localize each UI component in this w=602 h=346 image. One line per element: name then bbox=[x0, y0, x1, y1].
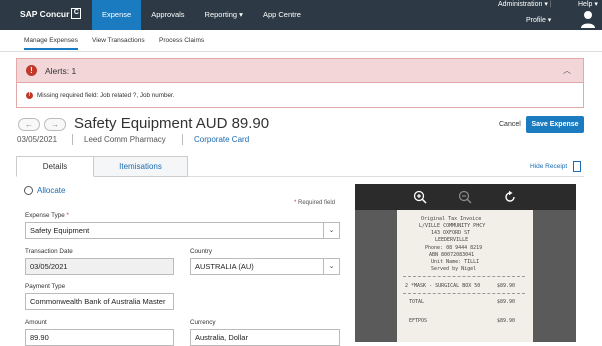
divider bbox=[72, 134, 73, 145]
transaction-date-label: Transaction Date bbox=[25, 248, 73, 255]
allocate-button[interactable]: Allocate bbox=[24, 186, 65, 195]
divider bbox=[403, 276, 525, 277]
country-label: Country bbox=[190, 248, 213, 255]
next-expense-button[interactable]: → bbox=[44, 118, 66, 131]
subnav-manage-expenses[interactable]: Manage Expenses bbox=[24, 37, 78, 50]
payment-type-link[interactable]: Corporate Card bbox=[194, 135, 249, 144]
tab-details[interactable]: Details bbox=[16, 156, 94, 177]
receipt-item-amount: $89.90 bbox=[497, 283, 516, 289]
country-value: AUSTRALIA (AU) bbox=[195, 262, 254, 271]
receipt-footer-label: EFTPOS bbox=[409, 318, 428, 324]
alert-icon: ! bbox=[26, 65, 37, 76]
currency-label: Currency bbox=[190, 319, 216, 326]
payment-type-field[interactable]: Commonwealth Bank of Australia Master bbox=[25, 293, 174, 310]
nav-reporting[interactable]: Reporting ▾ bbox=[195, 0, 253, 30]
divider: | bbox=[549, 1, 552, 8]
currency-field[interactable]: Australia, Dollar bbox=[190, 329, 340, 346]
transaction-date-field[interactable]: 03/05/2021 bbox=[25, 258, 174, 275]
sub-navigation: Manage Expenses View Transactions Proces… bbox=[0, 30, 602, 52]
receipt-item: 2 *MASK - SURGICAL BOX 50 bbox=[405, 283, 481, 289]
alert-title: Alerts: 1 bbox=[45, 66, 77, 76]
required-asterisk: * bbox=[66, 212, 69, 219]
error-icon: ! bbox=[26, 92, 33, 99]
user-menu-area: Administration ▾ | Help ▾ Profile ▾ bbox=[492, 0, 602, 30]
nav-app-centre[interactable]: App Centre bbox=[253, 0, 311, 30]
subnav-view-transactions[interactable]: View Transactions bbox=[92, 37, 145, 44]
subnav-process-claims[interactable]: Process Claims bbox=[159, 37, 204, 44]
divider bbox=[403, 293, 525, 294]
caret-down-icon: ▾ bbox=[544, 1, 548, 8]
hide-receipt-link[interactable]: Hide Receipt bbox=[530, 163, 567, 170]
chevron-down-icon: ⌄ bbox=[323, 223, 339, 238]
alert-message: Missing required field: Job related ?, J… bbox=[37, 92, 175, 99]
chevron-up-icon[interactable]: ︿ bbox=[563, 65, 571, 76]
amount-field[interactable]: 89.90 bbox=[25, 329, 174, 346]
divider bbox=[182, 134, 183, 145]
sap-concur-logo[interactable]: SAP Concur C bbox=[20, 8, 82, 19]
expense-type-select[interactable]: Safety Equipment ⌄ bbox=[25, 222, 340, 239]
allocate-icon bbox=[24, 186, 33, 195]
payment-type-label: Payment Type bbox=[25, 283, 66, 290]
zoom-out-icon[interactable] bbox=[458, 190, 472, 204]
concur-logo-mark: C bbox=[71, 8, 82, 19]
tab-bar: Details Itemisations bbox=[16, 156, 584, 177]
expense-date: 03/05/2021 bbox=[17, 135, 58, 144]
help-label: Help bbox=[578, 1, 593, 8]
caret-down-icon: ▾ bbox=[239, 10, 243, 19]
expense-vendor: Leed Comm Pharmacy bbox=[84, 135, 166, 144]
caret-down-icon: ▾ bbox=[594, 1, 598, 8]
receipt-footer-amount: $89.90 bbox=[497, 318, 516, 324]
caret-down-icon: ▾ bbox=[547, 17, 552, 24]
receipt-toolbar bbox=[355, 184, 576, 210]
expense-type-label-text: Expense Type bbox=[25, 212, 65, 219]
administration-menu[interactable]: Administration ▾ | bbox=[498, 0, 552, 8]
administration-label: Administration bbox=[498, 1, 543, 8]
required-asterisk: * bbox=[294, 200, 297, 206]
amount-label: Amount bbox=[25, 319, 47, 326]
allocate-label: Allocate bbox=[37, 186, 66, 195]
country-select[interactable]: AUSTRALIA (AU) ⌄ bbox=[190, 258, 340, 275]
required-note-text: Required field bbox=[298, 200, 336, 206]
expense-type-value: Safety Equipment bbox=[30, 226, 90, 235]
receipt-line: Phone: 08 9444 8219 bbox=[425, 245, 483, 251]
cancel-button[interactable]: Cancel bbox=[499, 121, 521, 128]
receipt-line: ABN 80072083041 bbox=[429, 252, 475, 258]
receipt-line: Served by Nigel bbox=[431, 266, 477, 272]
receipt-image: Original Tax Invoice L/VILLE COMMUNITY P… bbox=[397, 210, 533, 342]
tab-itemisations[interactable]: Itemisations bbox=[94, 156, 188, 177]
receipt-line: Original Tax Invoice bbox=[421, 216, 482, 222]
top-navigation-bar: SAP Concur C Expense Approvals Reporting… bbox=[0, 0, 602, 30]
alert-message-row: ! Missing required field: Job related ?,… bbox=[26, 92, 175, 99]
previous-expense-button[interactable]: ← bbox=[18, 118, 40, 131]
nav-reporting-label: Reporting bbox=[204, 10, 238, 19]
receipt-total-amount: $89.90 bbox=[497, 299, 516, 305]
nav-expense[interactable]: Expense bbox=[92, 0, 142, 30]
rotate-icon[interactable] bbox=[503, 190, 517, 204]
chevron-down-icon: ⌄ bbox=[323, 259, 339, 274]
avatar-icon[interactable] bbox=[580, 10, 596, 28]
alert-panel: ! Alerts: 1 ︿ ! Missing required field: … bbox=[16, 58, 584, 108]
receipt-line: Unit Name: TILLI bbox=[431, 259, 480, 265]
required-field-note: * Required field bbox=[294, 200, 335, 206]
zoom-in-icon[interactable] bbox=[413, 190, 427, 204]
receipt-line: 143 OXFORD ST bbox=[431, 230, 471, 236]
receipt-line: L/VILLE COMMUNITY PHCY bbox=[419, 223, 486, 229]
nav-approvals[interactable]: Approvals bbox=[141, 0, 194, 30]
main-nav: Expense Approvals Reporting ▾ App Centre bbox=[92, 0, 311, 30]
help-menu[interactable]: Help ▾ bbox=[578, 0, 598, 8]
expense-title: Safety Equipment AUD 89.90 bbox=[74, 115, 270, 132]
alert-header[interactable]: ! Alerts: 1 ︿ bbox=[17, 59, 583, 83]
receipt-line: LEEDERVILLE bbox=[435, 237, 469, 243]
expense-type-label: Expense Type * bbox=[25, 212, 69, 219]
receipt-viewer: Original Tax Invoice L/VILLE COMMUNITY P… bbox=[355, 184, 576, 342]
logo-text: SAP Concur bbox=[20, 8, 70, 19]
receipt-total-label: TOTAL bbox=[409, 299, 425, 305]
profile-menu[interactable]: Profile ▾ bbox=[526, 16, 551, 24]
receipt-icon[interactable] bbox=[573, 161, 581, 172]
profile-label: Profile bbox=[526, 17, 546, 24]
save-expense-button[interactable]: Save Expense bbox=[526, 116, 584, 133]
